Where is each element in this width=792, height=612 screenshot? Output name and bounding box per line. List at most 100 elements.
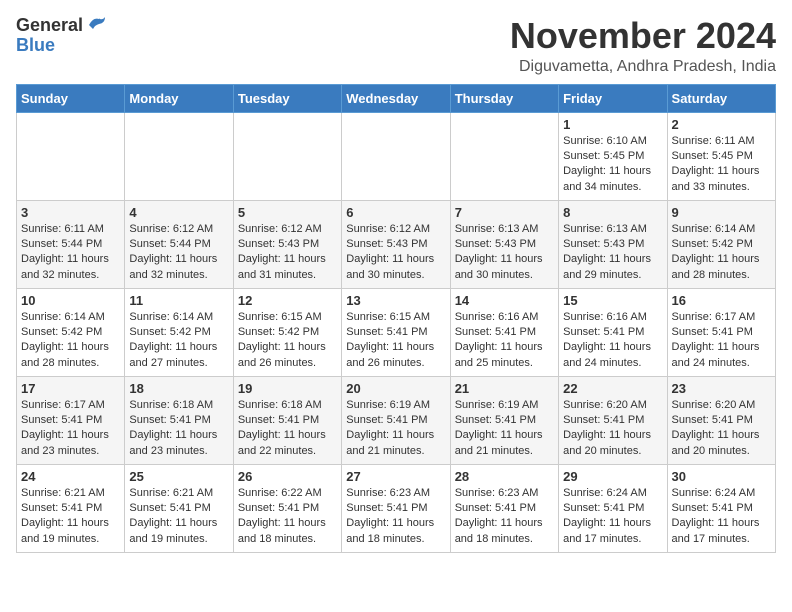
calendar-cell: 25Sunrise: 6:21 AM Sunset: 5:41 PM Dayli… xyxy=(125,464,233,552)
day-number: 4 xyxy=(129,205,228,220)
calendar-cell: 13 Sunrise: 6:15 AM Sunset: 5:41 PM Dayli… xyxy=(342,288,450,376)
calendar-cell: 15Sunrise: 6:16 AM Sunset: 5:41 PM Dayli… xyxy=(559,288,667,376)
calendar-cell: 19 Sunrise: 6:18 AM Sunset: 5:41 PM Dayli… xyxy=(233,376,341,464)
day-of-week-header: Monday xyxy=(125,84,233,112)
day-number: 6 xyxy=(346,205,445,220)
calendar-cell: 27 Sunrise: 6:23 AM Sunset: 5:41 PM Dayli… xyxy=(342,464,450,552)
day-number: 16 xyxy=(672,293,771,308)
calendar-cell: 28 Sunrise: 6:23 AM Sunset: 5:41 PM Dayli… xyxy=(450,464,558,552)
day-number: 3 xyxy=(21,205,120,220)
calendar-cell: 20 Sunrise: 6:19 AM Sunset: 5:41 PM Dayli… xyxy=(342,376,450,464)
day-number: 17 xyxy=(21,381,120,396)
calendar-cell xyxy=(17,112,125,200)
calendar-table: SundayMondayTuesdayWednesdayThursdayFrid… xyxy=(16,84,776,553)
logo-general-text: General xyxy=(16,16,83,36)
calendar-cell: 7 Sunrise: 6:13 AM Sunset: 5:43 PM Daylig… xyxy=(450,200,558,288)
day-info: Sunrise: 6:20 AM Sunset: 5:41 PM Dayligh… xyxy=(672,398,771,460)
calendar-cell xyxy=(342,112,450,200)
calendar-cell xyxy=(233,112,341,200)
calendar-cell: 11 Sunrise: 6:14 AM Sunset: 5:42 PM Dayli… xyxy=(125,288,233,376)
calendar-cell: 5Sunrise: 6:12 AM Sunset: 5:43 PM Daylig… xyxy=(233,200,341,288)
day-info: Sunrise: 6:15 AM Sunset: 5:41 PM Dayligh… xyxy=(346,310,445,372)
calendar-cell: 9 Sunrise: 6:14 AM Sunset: 5:42 PM Daylig… xyxy=(667,200,775,288)
day-number: 13 xyxy=(346,293,445,308)
day-of-week-header: Wednesday xyxy=(342,84,450,112)
day-info: Sunrise: 6:16 AM Sunset: 5:41 PM Dayligh… xyxy=(455,310,554,372)
calendar-cell: 8 Sunrise: 6:13 AM Sunset: 5:43 PM Daylig… xyxy=(559,200,667,288)
day-number: 8 xyxy=(563,205,662,220)
day-info: Sunrise: 6:14 AM Sunset: 5:42 PM Dayligh… xyxy=(129,310,228,372)
calendar-cell: 23 Sunrise: 6:20 AM Sunset: 5:41 PM Dayli… xyxy=(667,376,775,464)
day-info: Sunrise: 6:18 AM Sunset: 5:41 PM Dayligh… xyxy=(129,398,228,460)
day-info: Sunrise: 6:11 AM Sunset: 5:45 PM Dayligh… xyxy=(672,134,771,196)
calendar-cell: 18 Sunrise: 6:18 AM Sunset: 5:41 PM Dayli… xyxy=(125,376,233,464)
day-info: Sunrise: 6:19 AM Sunset: 5:41 PM Dayligh… xyxy=(455,398,554,460)
calendar-cell: 17 Sunrise: 6:17 AM Sunset: 5:41 PM Dayli… xyxy=(17,376,125,464)
day-number: 19 xyxy=(238,381,337,396)
day-number: 7 xyxy=(455,205,554,220)
title-block: November 2024 Diguvametta, Andhra Prades… xyxy=(510,16,776,76)
day-number: 28 xyxy=(455,469,554,484)
day-info: Sunrise: 6:19 AM Sunset: 5:41 PM Dayligh… xyxy=(346,398,445,460)
day-number: 21 xyxy=(455,381,554,396)
day-number: 9 xyxy=(672,205,771,220)
day-info: Sunrise: 6:22 AM Sunset: 5:41 PM Dayligh… xyxy=(238,486,337,548)
day-info: Sunrise: 6:24 AM Sunset: 5:41 PM Dayligh… xyxy=(672,486,771,548)
day-info: Sunrise: 6:12 AM Sunset: 5:43 PM Dayligh… xyxy=(238,222,337,284)
calendar-cell: 14 Sunrise: 6:16 AM Sunset: 5:41 PM Dayli… xyxy=(450,288,558,376)
day-info: Sunrise: 6:17 AM Sunset: 5:41 PM Dayligh… xyxy=(21,398,120,460)
day-number: 27 xyxy=(346,469,445,484)
day-number: 23 xyxy=(672,381,771,396)
day-info: Sunrise: 6:18 AM Sunset: 5:41 PM Dayligh… xyxy=(238,398,337,460)
day-info: Sunrise: 6:23 AM Sunset: 5:41 PM Dayligh… xyxy=(455,486,554,548)
calendar-cell: 12 Sunrise: 6:15 AM Sunset: 5:42 PM Dayli… xyxy=(233,288,341,376)
day-info: Sunrise: 6:16 AM Sunset: 5:41 PM Dayligh… xyxy=(563,310,662,372)
day-info: Sunrise: 6:23 AM Sunset: 5:41 PM Dayligh… xyxy=(346,486,445,548)
calendar-week-row: 24Sunrise: 6:21 AM Sunset: 5:41 PM Dayli… xyxy=(17,464,776,552)
calendar-cell: 1Sunrise: 6:10 AM Sunset: 5:45 PM Daylig… xyxy=(559,112,667,200)
day-number: 22 xyxy=(563,381,662,396)
day-info: Sunrise: 6:21 AM Sunset: 5:41 PM Dayligh… xyxy=(21,486,120,548)
day-number: 12 xyxy=(238,293,337,308)
day-info: Sunrise: 6:20 AM Sunset: 5:41 PM Dayligh… xyxy=(563,398,662,460)
page-header: General Blue November 2024 Diguvametta, … xyxy=(16,16,776,76)
calendar-cell xyxy=(450,112,558,200)
day-number: 26 xyxy=(238,469,337,484)
calendar-cell: 16Sunrise: 6:17 AM Sunset: 5:41 PM Dayli… xyxy=(667,288,775,376)
day-info: Sunrise: 6:14 AM Sunset: 5:42 PM Dayligh… xyxy=(21,310,120,372)
calendar-cell: 6 Sunrise: 6:12 AM Sunset: 5:43 PM Daylig… xyxy=(342,200,450,288)
day-info: Sunrise: 6:14 AM Sunset: 5:42 PM Dayligh… xyxy=(672,222,771,284)
calendar-cell: 22 Sunrise: 6:20 AM Sunset: 5:41 PM Dayli… xyxy=(559,376,667,464)
day-number: 2 xyxy=(672,117,771,132)
day-of-week-header: Friday xyxy=(559,84,667,112)
day-info: Sunrise: 6:13 AM Sunset: 5:43 PM Dayligh… xyxy=(563,222,662,284)
day-number: 20 xyxy=(346,381,445,396)
day-number: 14 xyxy=(455,293,554,308)
calendar-cell: 10 Sunrise: 6:14 AM Sunset: 5:42 PM Dayli… xyxy=(17,288,125,376)
calendar-cell: 24Sunrise: 6:21 AM Sunset: 5:41 PM Dayli… xyxy=(17,464,125,552)
day-number: 11 xyxy=(129,293,228,308)
day-info: Sunrise: 6:11 AM Sunset: 5:44 PM Dayligh… xyxy=(21,222,120,284)
calendar-cell: 2 Sunrise: 6:11 AM Sunset: 5:45 PM Daylig… xyxy=(667,112,775,200)
day-info: Sunrise: 6:15 AM Sunset: 5:42 PM Dayligh… xyxy=(238,310,337,372)
day-number: 18 xyxy=(129,381,228,396)
calendar-cell: 29Sunrise: 6:24 AM Sunset: 5:41 PM Dayli… xyxy=(559,464,667,552)
calendar-cell: 21 Sunrise: 6:19 AM Sunset: 5:41 PM Dayli… xyxy=(450,376,558,464)
calendar-cell: 3 Sunrise: 6:11 AM Sunset: 5:44 PM Daylig… xyxy=(17,200,125,288)
logo: General Blue xyxy=(16,16,107,56)
calendar-cell xyxy=(125,112,233,200)
day-number: 10 xyxy=(21,293,120,308)
calendar-week-row: 1Sunrise: 6:10 AM Sunset: 5:45 PM Daylig… xyxy=(17,112,776,200)
calendar-cell: 4 Sunrise: 6:12 AM Sunset: 5:44 PM Daylig… xyxy=(125,200,233,288)
day-of-week-header: Saturday xyxy=(667,84,775,112)
day-info: Sunrise: 6:21 AM Sunset: 5:41 PM Dayligh… xyxy=(129,486,228,548)
calendar-header-row: SundayMondayTuesdayWednesdayThursdayFrid… xyxy=(17,84,776,112)
day-info: Sunrise: 6:12 AM Sunset: 5:44 PM Dayligh… xyxy=(129,222,228,284)
day-info: Sunrise: 6:12 AM Sunset: 5:43 PM Dayligh… xyxy=(346,222,445,284)
day-number: 29 xyxy=(563,469,662,484)
calendar-cell: 30 Sunrise: 6:24 AM Sunset: 5:41 PM Dayli… xyxy=(667,464,775,552)
logo-bird-icon xyxy=(85,15,107,35)
day-info: Sunrise: 6:13 AM Sunset: 5:43 PM Dayligh… xyxy=(455,222,554,284)
day-of-week-header: Thursday xyxy=(450,84,558,112)
day-number: 30 xyxy=(672,469,771,484)
